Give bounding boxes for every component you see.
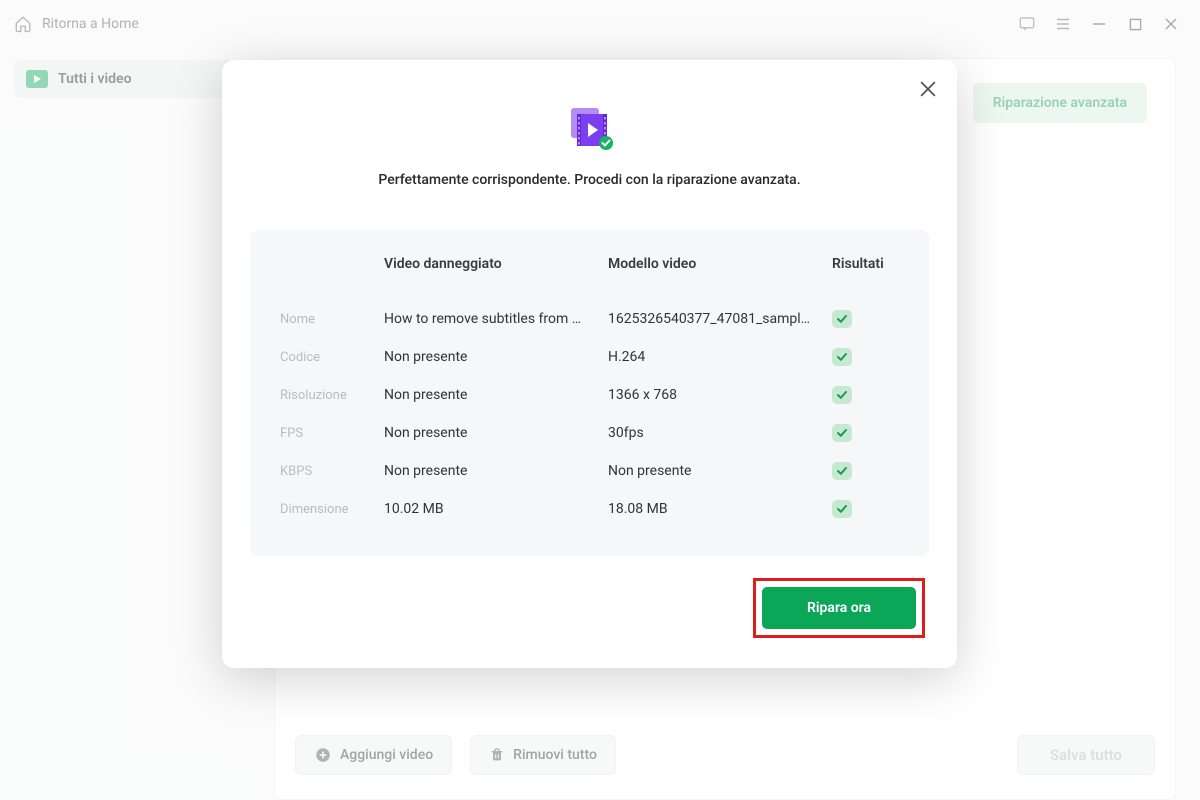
close-icon[interactable] [917, 78, 939, 100]
col-damaged-head: Video danneggiato [384, 256, 608, 272]
modal-message: Perfettamente corrispondente. Procedi co… [262, 172, 917, 188]
row-label: Codice [280, 350, 384, 365]
row-result [832, 462, 899, 480]
modal-footer: Ripara ora [222, 556, 957, 668]
table-row: FPSNon presente30fps [276, 414, 903, 452]
row-sample: 1625326540377_47081_sample.... [608, 311, 832, 327]
col-sample-head: Modello video [608, 256, 832, 272]
repair-highlight: Ripara ora [753, 578, 925, 638]
row-sample: H.264 [608, 349, 832, 365]
repair-modal: Perfettamente corrispondente. Procedi co… [222, 60, 957, 668]
row-result [832, 500, 899, 518]
check-icon [832, 386, 852, 404]
modal-header: Perfettamente corrispondente. Procedi co… [222, 60, 957, 188]
table-row: RisoluzioneNon presente1366 x 768 [276, 376, 903, 414]
video-file-icon [566, 108, 614, 148]
table-header: x Video danneggiato Modello video Risult… [276, 256, 903, 272]
row-sample: 18.08 MB [608, 501, 832, 517]
row-sample: 30fps [608, 425, 832, 441]
table-row: Dimensione10.02 MB18.08 MB [276, 490, 903, 528]
row-label: Dimensione [280, 502, 384, 517]
check-icon [832, 348, 852, 366]
table-row: CodiceNon presenteH.264 [276, 338, 903, 376]
col-results-head: Risultati [832, 256, 899, 272]
row-damaged: 10.02 MB [384, 501, 608, 517]
row-damaged: Non presente [384, 463, 608, 479]
row-sample: Non presente [608, 463, 832, 479]
row-damaged: Non presente [384, 425, 608, 441]
check-icon [832, 424, 852, 442]
row-result [832, 348, 899, 366]
col-label-head: x [280, 256, 384, 272]
row-result [832, 310, 899, 328]
row-label: KBPS [280, 464, 384, 479]
comparison-table: x Video danneggiato Modello video Risult… [250, 230, 929, 556]
table-row: NomeHow to remove subtitles from a ...16… [276, 300, 903, 338]
row-damaged: Non presente [384, 349, 608, 365]
check-icon [832, 462, 852, 480]
row-label: Nome [280, 312, 384, 327]
row-sample: 1366 x 768 [608, 387, 832, 403]
check-icon [832, 500, 852, 518]
row-damaged: Non presente [384, 387, 608, 403]
check-icon [832, 310, 852, 328]
row-result [832, 424, 899, 442]
row-damaged: How to remove subtitles from a ... [384, 311, 608, 327]
row-label: FPS [280, 426, 384, 441]
row-result [832, 386, 899, 404]
table-row: KBPSNon presenteNon presente [276, 452, 903, 490]
row-label: Risoluzione [280, 388, 384, 403]
repair-now-button[interactable]: Ripara ora [762, 587, 916, 629]
